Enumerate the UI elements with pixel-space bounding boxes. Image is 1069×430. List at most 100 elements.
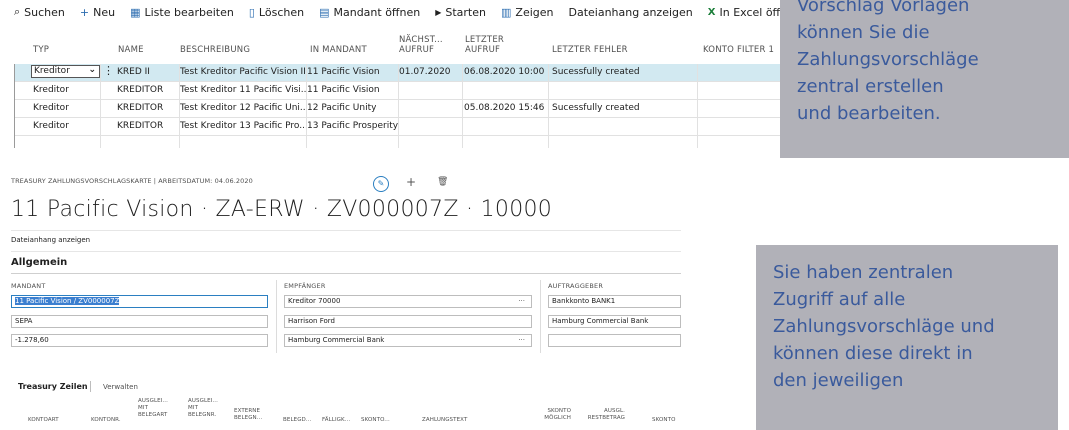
- tab-treasury-zeilen[interactable]: Treasury Zeilen: [18, 382, 88, 391]
- auftraggeber-bank-field[interactable]: Hamburg Commercial Bank: [548, 315, 681, 328]
- cell-typ[interactable]: Kreditor: [33, 103, 69, 113]
- cell-name[interactable]: KRED II: [117, 67, 150, 77]
- cell-mandant[interactable]: 11 Pacific Vision: [307, 67, 380, 77]
- col-letzter-aufruf-line1: LETZTER: [465, 35, 504, 45]
- table-row[interactable]: Kreditor KREDITOR Test Kreditor 12 Pacif…: [14, 100, 780, 118]
- search-button[interactable]: ⌕ Suchen: [14, 5, 65, 19]
- col-name[interactable]: NAME: [118, 45, 144, 55]
- callout-top-line: Vorschlag Vorlagen: [797, 0, 970, 16]
- mandant-field[interactable]: 11 Pacific Vision / ZV000007Z: [11, 295, 268, 308]
- new-button[interactable]: + Neu: [80, 6, 115, 19]
- col-externe-belegnr[interactable]: EXTERNE BELEGN...: [234, 408, 272, 422]
- col-letzter-fehler[interactable]: LETZTER FEHLER: [552, 45, 628, 55]
- pencil-icon[interactable]: ✎: [373, 176, 389, 192]
- empfaenger-field[interactable]: Kreditor 70000 ···: [284, 295, 532, 308]
- search-icon: ⌕: [14, 5, 21, 18]
- cell-mandant[interactable]: 12 Pacific Unity: [307, 103, 376, 113]
- show-attachment-link[interactable]: Dateianhang anzeigen: [11, 236, 90, 244]
- section-title-allgemein[interactable]: Allgemein: [11, 257, 67, 268]
- plus-icon[interactable]: +: [406, 175, 416, 189]
- col-letzter-aufruf[interactable]: LETZTER AUFRUF: [465, 35, 504, 55]
- start-button[interactable]: ▶ Starten: [435, 6, 486, 19]
- edit-list-button[interactable]: ▦ Liste bearbeiten: [130, 6, 234, 19]
- empfaenger-label: EMPFÄNGER: [284, 282, 326, 290]
- callout-top-line: können Sie die: [797, 22, 930, 43]
- table-row-empty: [14, 136, 780, 148]
- col-skonto-moeglich[interactable]: SKONTO MÖGLICH: [539, 408, 571, 422]
- cell-mandant[interactable]: 11 Pacific Vision: [307, 85, 380, 95]
- col-beschreibung[interactable]: BESCHREIBUNG: [180, 45, 250, 55]
- grid-divider: [179, 64, 180, 148]
- col-skonto[interactable]: SKONTO...: [361, 417, 390, 424]
- table-row[interactable]: Kreditor KREDITOR Test Kreditor 11 Pacif…: [14, 82, 780, 100]
- card-caption: TREASURY ZAHLUNGSVORSCHLAGSKARTE | ARBEI…: [11, 177, 253, 185]
- empfaenger-name-field[interactable]: Harrison Ford: [284, 315, 532, 328]
- cell-fehler[interactable]: Sucessfully created: [552, 103, 640, 113]
- auftraggeber-field[interactable]: Bankkonto BANK1: [548, 295, 681, 308]
- row-menu-button[interactable]: ⋮: [103, 65, 114, 79]
- col-typ[interactable]: TYP: [33, 45, 49, 55]
- show-button[interactable]: ▥ Zeigen: [501, 6, 554, 19]
- cell-name[interactable]: KREDITOR: [117, 121, 163, 131]
- cell-beschreibung[interactable]: Test Kreditor 11 Pacific Visi...: [180, 85, 307, 95]
- col-ausgl-restbetrag[interactable]: AUSGL. RESTBETRAG: [580, 408, 625, 422]
- grid-header: TYP NAME BESCHREIBUNG IN MANDANT NÄCHST.…: [0, 32, 780, 62]
- cell-fehler[interactable]: Sucessfully created: [552, 67, 640, 77]
- tab-verwalten[interactable]: Verwalten: [103, 383, 138, 391]
- payment-method-field[interactable]: SEPA: [11, 315, 268, 328]
- col-konto-filter[interactable]: KONTO FILTER 1: [703, 45, 774, 55]
- callout-bottom-line: Zahlungsvorschläge und: [773, 316, 995, 337]
- open-company-button[interactable]: ▤ Mandant öffnen: [319, 6, 420, 19]
- callout-bottom-line: Zugriff auf alle: [773, 289, 906, 310]
- col-kontoart[interactable]: KONTOART: [28, 417, 59, 424]
- amount-field[interactable]: -1.278,60: [11, 334, 268, 347]
- callout-bottom-line: können diese direkt in: [773, 343, 973, 364]
- lookup-button[interactable]: ···: [518, 335, 525, 346]
- table-row[interactable]: Kreditor KREDITOR Test Kreditor 13 Pacif…: [14, 118, 780, 136]
- trash-icon[interactable]: 🗑: [437, 177, 448, 187]
- col-naechster-aufruf-line2: AUFRUF: [399, 45, 435, 55]
- grid-divider: [398, 64, 399, 148]
- cell-beschreibung[interactable]: Test Kreditor 12 Pacific Uni...: [180, 103, 307, 113]
- cell-mandant[interactable]: 13 Pacific Prosperity: [307, 121, 398, 131]
- plus-icon: +: [79, 5, 90, 19]
- auftraggeber-label: AUFTRAGGEBER: [548, 282, 604, 290]
- cell-naechst[interactable]: 01.07.2020: [399, 67, 451, 77]
- play-icon: ▶: [435, 7, 442, 17]
- lookup-button[interactable]: ···: [518, 296, 525, 307]
- cell-typ[interactable]: Kreditor: [33, 85, 69, 95]
- cell-name[interactable]: KREDITOR: [117, 103, 163, 113]
- trash-icon: ▯: [248, 5, 255, 19]
- callout-top-line: Zahlungsvorschläge: [797, 49, 979, 70]
- page-title: 11 Pacific Vision · ZA-ERW · ZV000007Z ·…: [11, 197, 553, 222]
- col-ausgl-belegnr[interactable]: AUSGLEI... MIT BELEGNR.: [188, 398, 226, 419]
- col-faelligkeit[interactable]: FÄLLIGK...: [322, 417, 350, 424]
- cell-beschreibung[interactable]: Test Kreditor 13 Pacific Pro...: [180, 121, 307, 131]
- grid-divider: [462, 64, 463, 148]
- col-belegdatum[interactable]: BELEGD...: [283, 417, 311, 424]
- col-naechster-aufruf-line1: NÄCHST...: [399, 35, 443, 45]
- cell-letzter[interactable]: 05.08.2020 15:46: [464, 103, 544, 113]
- divider: [11, 230, 681, 231]
- show-attachment-button[interactable]: Dateianhang anzeigen: [569, 6, 693, 19]
- cell-name[interactable]: KREDITOR: [117, 85, 163, 95]
- col-zahlungstext[interactable]: ZAHLUNGSTEXT: [422, 417, 467, 424]
- col-naechster-aufruf[interactable]: NÄCHST... AUFRUF: [399, 35, 443, 55]
- col-in-mandant[interactable]: IN MANDANT: [310, 45, 367, 55]
- delete-button[interactable]: ▯ Löschen: [249, 6, 304, 19]
- empfaenger-bank-field[interactable]: Hamburg Commercial Bank ···: [284, 334, 532, 347]
- divider: [11, 251, 681, 252]
- table-row[interactable]: Kreditor ⌄ ⋮ KRED II Test Kreditor Pacif…: [14, 64, 780, 82]
- callout-bottom: Sie haben zentralen Zugriff auf alle Zah…: [756, 245, 1058, 430]
- cell-typ[interactable]: Kreditor: [33, 121, 69, 131]
- callout-bottom-line: Sie haben zentralen: [773, 262, 954, 283]
- callout-bottom-line: den jeweiligen: [773, 370, 904, 391]
- row-selection-bar: [14, 64, 15, 148]
- col-ausgl-belegart[interactable]: AUSGLEI... MIT BELEGART: [138, 398, 176, 419]
- cell-letzter[interactable]: 06.08.2020 10:00: [464, 67, 544, 77]
- auftraggeber-extra-field[interactable]: [548, 334, 681, 347]
- cell-beschreibung[interactable]: Test Kreditor Pacific Vision II: [180, 67, 307, 77]
- col-skonto-2[interactable]: SKONTO: [652, 417, 676, 424]
- type-select[interactable]: Kreditor ⌄: [31, 65, 100, 78]
- col-kontonr[interactable]: KONTONR.: [91, 417, 121, 424]
